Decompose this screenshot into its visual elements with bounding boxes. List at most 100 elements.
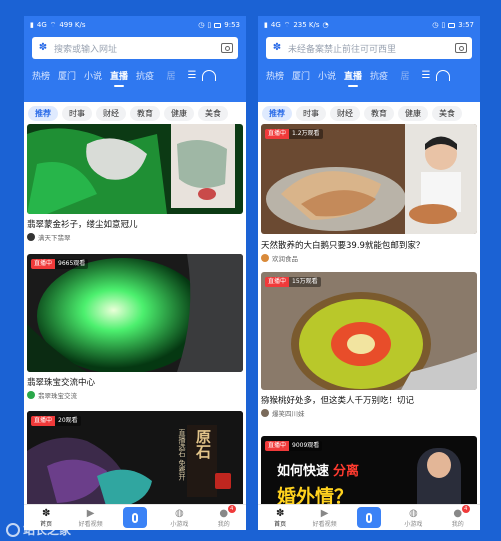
nav-home[interactable]: ✽ 首页 (260, 508, 300, 528)
nav-me[interactable]: ● 我的 4 (438, 504, 478, 528)
live-label: 直播中 (265, 441, 290, 451)
subtab-recommend[interactable]: 推荐 (28, 105, 58, 121)
live-card[interactable]: 直播中 20观看 原石 直播选石 免费开 (27, 411, 243, 504)
live-card[interactable]: 翡翠蒙金衫子，缕尘如意冠儿 满天下翡翠 (27, 124, 243, 252)
feed: 翡翠蒙金衫子，缕尘如意冠儿 满天下翡翠 直播中 9665观看 翡翠珠宝交流中心 翡 (24, 124, 246, 504)
card-thumbnail[interactable]: 直播中 1.2万观看 (261, 124, 477, 234)
camera-icon[interactable] (455, 43, 467, 53)
live-card[interactable]: 直播中 9665观看 翡翠珠宝交流中心 翡翠珠宝交流 (27, 254, 243, 404)
channel-tabs: 热榜 厦门 小说 直播 抗疫 居 ☰ (258, 64, 480, 87)
subtab-news[interactable]: 时事 (62, 105, 92, 121)
screenshot-canvas: ▮ 4G ⌔ 499 K/s ◷ ▯ 9:53 ✽ 搜索或输入网址 热榜 厦门 小说 直播… (0, 0, 501, 541)
host-face (427, 452, 451, 478)
card-title[interactable]: 天然散养的大白鹅只要39.9就能包邮到家？ (261, 239, 475, 251)
nav-voice[interactable] (349, 507, 389, 528)
subtab-news[interactable]: 时事 (296, 105, 326, 121)
search-bar[interactable]: ✽ 搜索或输入网址 (32, 37, 238, 59)
tab-xiamen[interactable]: 厦门 (54, 69, 80, 82)
tab-novel[interactable]: 小说 (314, 69, 340, 82)
subtab-food[interactable]: 美食 (198, 105, 228, 121)
microphone-icon[interactable] (356, 507, 381, 528)
live-badge: 直播中 9009观看 (265, 441, 323, 451)
glowing-jade-image (27, 254, 243, 372)
card-thumbnail[interactable]: 直播中 20观看 原石 直播选石 免费开 (27, 411, 243, 504)
live-card[interactable]: 直播中 1.2万观看 天然散养的大白鹅只要39.9就能包邮到家？ 欢润食品 (261, 124, 477, 264)
tab-hot[interactable]: 热榜 (28, 69, 54, 82)
menu-icon[interactable]: ☰ (184, 70, 200, 81)
notification-badge: 4 (461, 504, 470, 513)
tab-home[interactable]: 居 (158, 69, 184, 82)
tab-hot[interactable]: 热榜 (262, 69, 288, 82)
watermark: 站长之家 (6, 521, 71, 538)
tab-epidemic[interactable]: 抗疫 (132, 69, 158, 82)
battery-icon (448, 22, 456, 28)
nav-me-label: 我的 (217, 520, 230, 528)
nav-video[interactable]: ▶ 好看视频 (305, 508, 345, 528)
live-label: 直播中 (265, 129, 290, 139)
poster-line2: 婚外情？ (277, 486, 354, 504)
nav-video[interactable]: ▶ 好看视频 (71, 508, 111, 528)
nav-voice[interactable] (115, 507, 155, 528)
tab-live[interactable]: 直播 (106, 69, 132, 87)
card-author[interactable]: 满天下翡翠 (27, 232, 71, 242)
nav-games-label: 小游戏 (170, 520, 189, 528)
card-title[interactable]: 猕猴桃好处多，但这类人千万别吃！切记 (261, 394, 475, 406)
search-input[interactable]: 未经备案禁止前往可可西里 (288, 42, 450, 55)
subtab-food[interactable]: 美食 (432, 105, 462, 121)
microphone-icon[interactable] (122, 507, 147, 528)
live-card[interactable]: 直播中 9009观看 如何快速 分离 婚外情？ (261, 436, 477, 504)
battery-icon (214, 22, 222, 28)
subtab-health[interactable]: 健康 (398, 105, 428, 121)
headphones-icon[interactable] (436, 69, 450, 81)
tab-novel[interactable]: 小说 (80, 69, 106, 82)
goose-meat-image (261, 124, 477, 234)
jade-image (27, 124, 243, 214)
live-card[interactable]: 直播中 15万观看 猕猴桃好处多，但这类人千万别吃！切记 爆笑四川妹 (261, 272, 477, 432)
subtab-recommend[interactable]: 推荐 (262, 105, 292, 121)
tab-home[interactable]: 居 (392, 69, 418, 82)
tab-xiamen[interactable]: 厦门 (288, 69, 314, 82)
poster-highlight: 分离 (333, 464, 360, 479)
card-thumbnail[interactable]: 直播中 15万观看 (261, 272, 477, 390)
tab-live[interactable]: 直播 (340, 69, 366, 87)
menu-icon[interactable]: ☰ (418, 70, 434, 81)
card-title[interactable]: 翡翠珠宝交流中心 (27, 376, 241, 388)
search-input[interactable]: 搜索或输入网址 (54, 42, 216, 55)
nav-me[interactable]: ● 我的 4 (204, 504, 244, 528)
subtab-education[interactable]: 教育 (364, 105, 394, 121)
nav-games[interactable]: ◍ 小游戏 (393, 508, 433, 528)
nav-games[interactable]: ◍ 小游戏 (159, 508, 199, 528)
card-author[interactable]: 欢润食品 (261, 253, 298, 263)
poster-line1: 如何快速 (277, 464, 330, 479)
camera-icon[interactable] (221, 43, 233, 53)
author-name: 满天下翡翠 (38, 234, 71, 242)
clock: 9:53 (224, 21, 240, 29)
card-author[interactable]: 爆笑四川妹 (261, 408, 305, 418)
card-thumbnail[interactable] (27, 124, 243, 214)
card-title[interactable]: 翡翠蒙金衫子，缕尘如意冠儿 (27, 218, 241, 230)
card-author[interactable]: 翡翠珠宝交流 (27, 390, 77, 400)
user-icon: ● (219, 507, 229, 519)
subtab-finance[interactable]: 财经 (96, 105, 126, 121)
live-badge: 直播中 1.2万观看 (265, 129, 323, 139)
right-phone-screen: ▮ 4G ⌔ 235 K/s ◔ ◷ ▯ 3:57 ✽ 未经备案禁止前往可可西里 热榜 厦门… (258, 16, 480, 530)
card-thumbnail[interactable]: 直播中 9009观看 如何快速 分离 婚外情？ (261, 436, 477, 504)
author-name: 翡翠珠宝交流 (38, 392, 77, 400)
live-badge: 直播中 20观看 (31, 416, 81, 426)
subtab-education[interactable]: 教育 (130, 105, 160, 121)
search-bar[interactable]: ✽ 未经备案禁止前往可可西里 (266, 37, 472, 59)
tab-epidemic[interactable]: 抗疫 (366, 69, 392, 82)
headphones-icon[interactable] (202, 69, 216, 81)
author-name: 爆笑四川妹 (272, 410, 305, 418)
alarm-icon: ◷ (198, 21, 205, 29)
vibrate-icon: ▯ (207, 21, 212, 29)
card-thumbnail[interactable]: 直播中 9665观看 (27, 254, 243, 372)
live-badge: 直播中 15万观看 (265, 277, 321, 287)
nav-home-label: 首页 (274, 520, 287, 528)
subtab-finance[interactable]: 财经 (330, 105, 360, 121)
net-speed: 235 K/s (293, 21, 320, 29)
subtab-health[interactable]: 健康 (164, 105, 194, 121)
channel-tabs: 热榜 厦门 小说 直播 抗疫 居 ☰ (24, 64, 246, 87)
poster-subtitle: 直播选石 免费开 (178, 429, 186, 481)
baidu-paw-icon: ✽ (38, 42, 48, 53)
